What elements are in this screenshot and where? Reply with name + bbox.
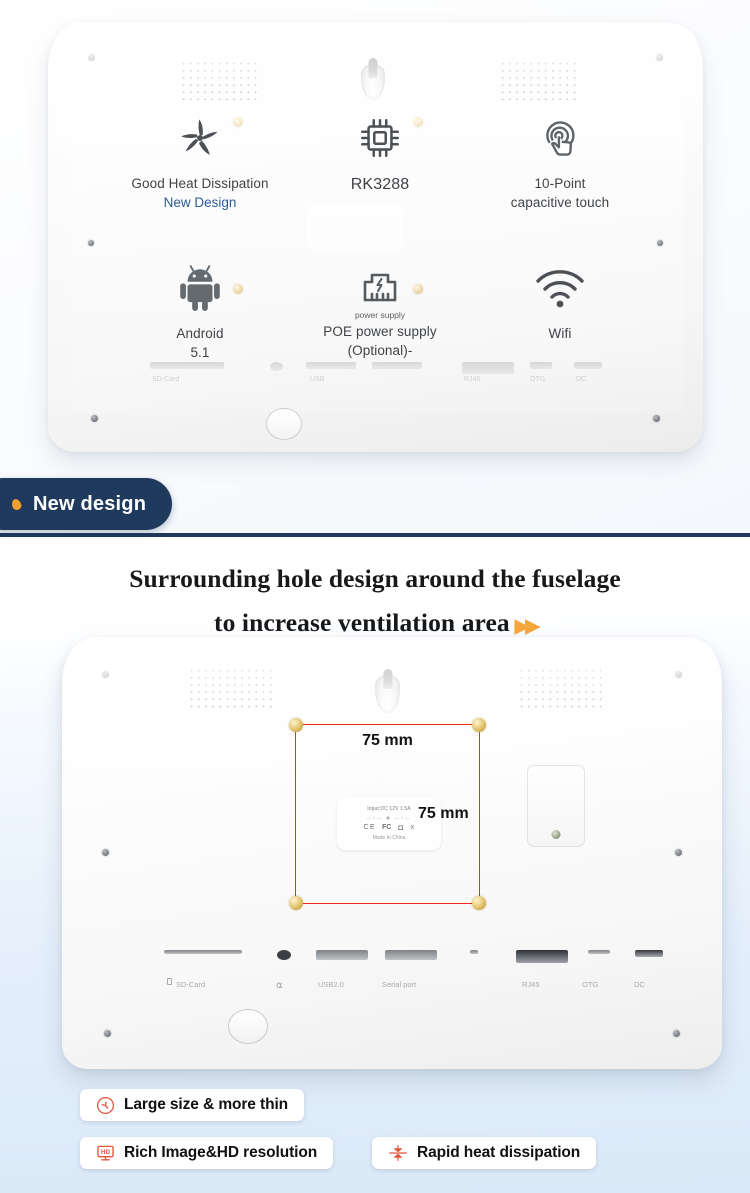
vesa-screw — [289, 896, 303, 910]
port-label: OTG — [582, 980, 599, 989]
corner-screw — [88, 240, 94, 246]
dc-port — [635, 950, 663, 957]
poe-icon-caption: power supply — [354, 310, 406, 320]
headphone-jack — [277, 950, 291, 960]
speaker-grille-right — [518, 667, 602, 709]
plate-screw — [551, 830, 561, 839]
headline-line-1: Surrounding hole design around the fusel… — [129, 564, 621, 593]
corner-screw — [91, 415, 98, 422]
speaker-grille-left — [188, 667, 272, 709]
home-button — [266, 408, 302, 440]
touch-icon — [528, 108, 592, 168]
port-label: USB2.0 — [318, 980, 344, 989]
hd-monitor-icon: HD — [96, 1144, 115, 1163]
new-design-badge[interactable]: New design — [0, 478, 173, 530]
section-ventilation: Surrounding hole design around the fusel… — [0, 537, 750, 1193]
fan-circle-icon — [96, 1096, 115, 1115]
feature-label: Wifi — [548, 326, 572, 341]
feature-android: Android 5.1 — [110, 258, 290, 408]
home-button — [228, 1009, 268, 1044]
port-label: Serial port — [382, 980, 417, 989]
feature-sublabel: 5.1 — [190, 345, 210, 361]
vesa-screw — [472, 718, 486, 732]
feature-sublabel: New Design — [163, 195, 237, 211]
poe-icon — [348, 258, 412, 308]
feature-touch: 10-Point capacitive touch — [470, 108, 650, 258]
corner-screw — [673, 1030, 680, 1037]
vesa-height-label: 75 mm — [418, 805, 469, 822]
vesa-screw — [289, 718, 303, 732]
corner-screw — [656, 54, 663, 61]
wall-mount-keyhole — [375, 669, 400, 713]
pill-hd-resolution[interactable]: HD Rich Image&HD resolution — [80, 1137, 334, 1169]
feature-heat-dissipation: Good Heat Dissipation New Design — [110, 108, 290, 258]
corner-screw — [104, 1030, 111, 1037]
svg-text:HD: HD — [101, 1148, 111, 1155]
sd-card-slot — [164, 950, 242, 954]
cpu-icon — [348, 108, 412, 168]
corner-screw — [102, 849, 109, 856]
product-feature-page: SD-Card USB RJ45 OTG DC Good Heat Dissip… — [0, 0, 750, 1193]
feature-sublabel: (Optional)- — [347, 343, 413, 359]
keyhole-neck — [368, 58, 378, 78]
headline-line-2: to increase ventilation area — [214, 607, 510, 637]
pill-heat-dissipation[interactable]: Rapid heat dissipation — [372, 1137, 597, 1169]
otg-port — [588, 950, 610, 954]
vesa-screw — [472, 896, 486, 910]
badge-dot-icon — [10, 497, 23, 511]
speaker-grille-right — [499, 60, 577, 100]
feature-label: Good Heat Dissipation — [131, 176, 269, 191]
feature-grid: Good Heat Dissipation New Design RK3288 — [110, 108, 650, 408]
port-label: DC — [634, 980, 645, 989]
pill-large-size[interactable]: Large size & more thin — [80, 1089, 305, 1121]
pill-label: Rich Image&HD resolution — [124, 1144, 318, 1161]
corner-screw — [102, 671, 109, 678]
corner-screw — [88, 54, 95, 61]
feature-label: POE power supply — [323, 324, 437, 339]
feature-wifi: Wifi — [470, 258, 650, 408]
feature-label: Android — [176, 326, 224, 341]
android-icon — [168, 258, 232, 318]
corner-screw — [653, 415, 660, 422]
usb-port — [316, 950, 368, 960]
feature-label: 10-Point — [534, 176, 586, 191]
side-panel-plate — [527, 765, 585, 847]
fan-icon — [168, 108, 232, 168]
pill-label: Large size & more thin — [124, 1096, 289, 1113]
feature-sublabel: capacitive touch — [510, 195, 610, 211]
port-label: RJ45 — [522, 980, 540, 989]
port-label-headphone: ⍺ — [276, 980, 283, 991]
corner-screw — [675, 849, 682, 856]
heat-dissipation-icon — [388, 1143, 408, 1163]
corner-screw — [657, 240, 663, 246]
serial-port — [385, 950, 437, 960]
feature-cpu: RK3288 — [290, 108, 470, 258]
speaker-grille-left — [180, 60, 258, 100]
port-strip-bottom-image: SD-Card ⍺ USB2.0 Serial port RJ45 OTG DC — [150, 942, 663, 998]
sd-card-glyph-icon — [167, 978, 172, 985]
badge-label: New design — [33, 492, 147, 515]
corner-screw — [675, 671, 682, 678]
keyhole-neck — [383, 669, 392, 689]
reset-pinhole — [470, 950, 478, 954]
vesa-width-label: 75 mm — [362, 732, 413, 749]
wifi-icon — [528, 258, 592, 318]
section-features: SD-Card USB RJ45 OTG DC Good Heat Dissip… — [0, 0, 750, 533]
pill-label: Rapid heat dissipation — [417, 1144, 581, 1161]
feature-label: RK3288 — [350, 176, 410, 193]
page-title: Surrounding hole design around the fusel… — [0, 557, 750, 645]
rj45-port — [516, 950, 568, 963]
port-label: SD-Card — [176, 980, 206, 989]
feature-poe: power supply POE power supply (Optional)… — [290, 258, 470, 408]
